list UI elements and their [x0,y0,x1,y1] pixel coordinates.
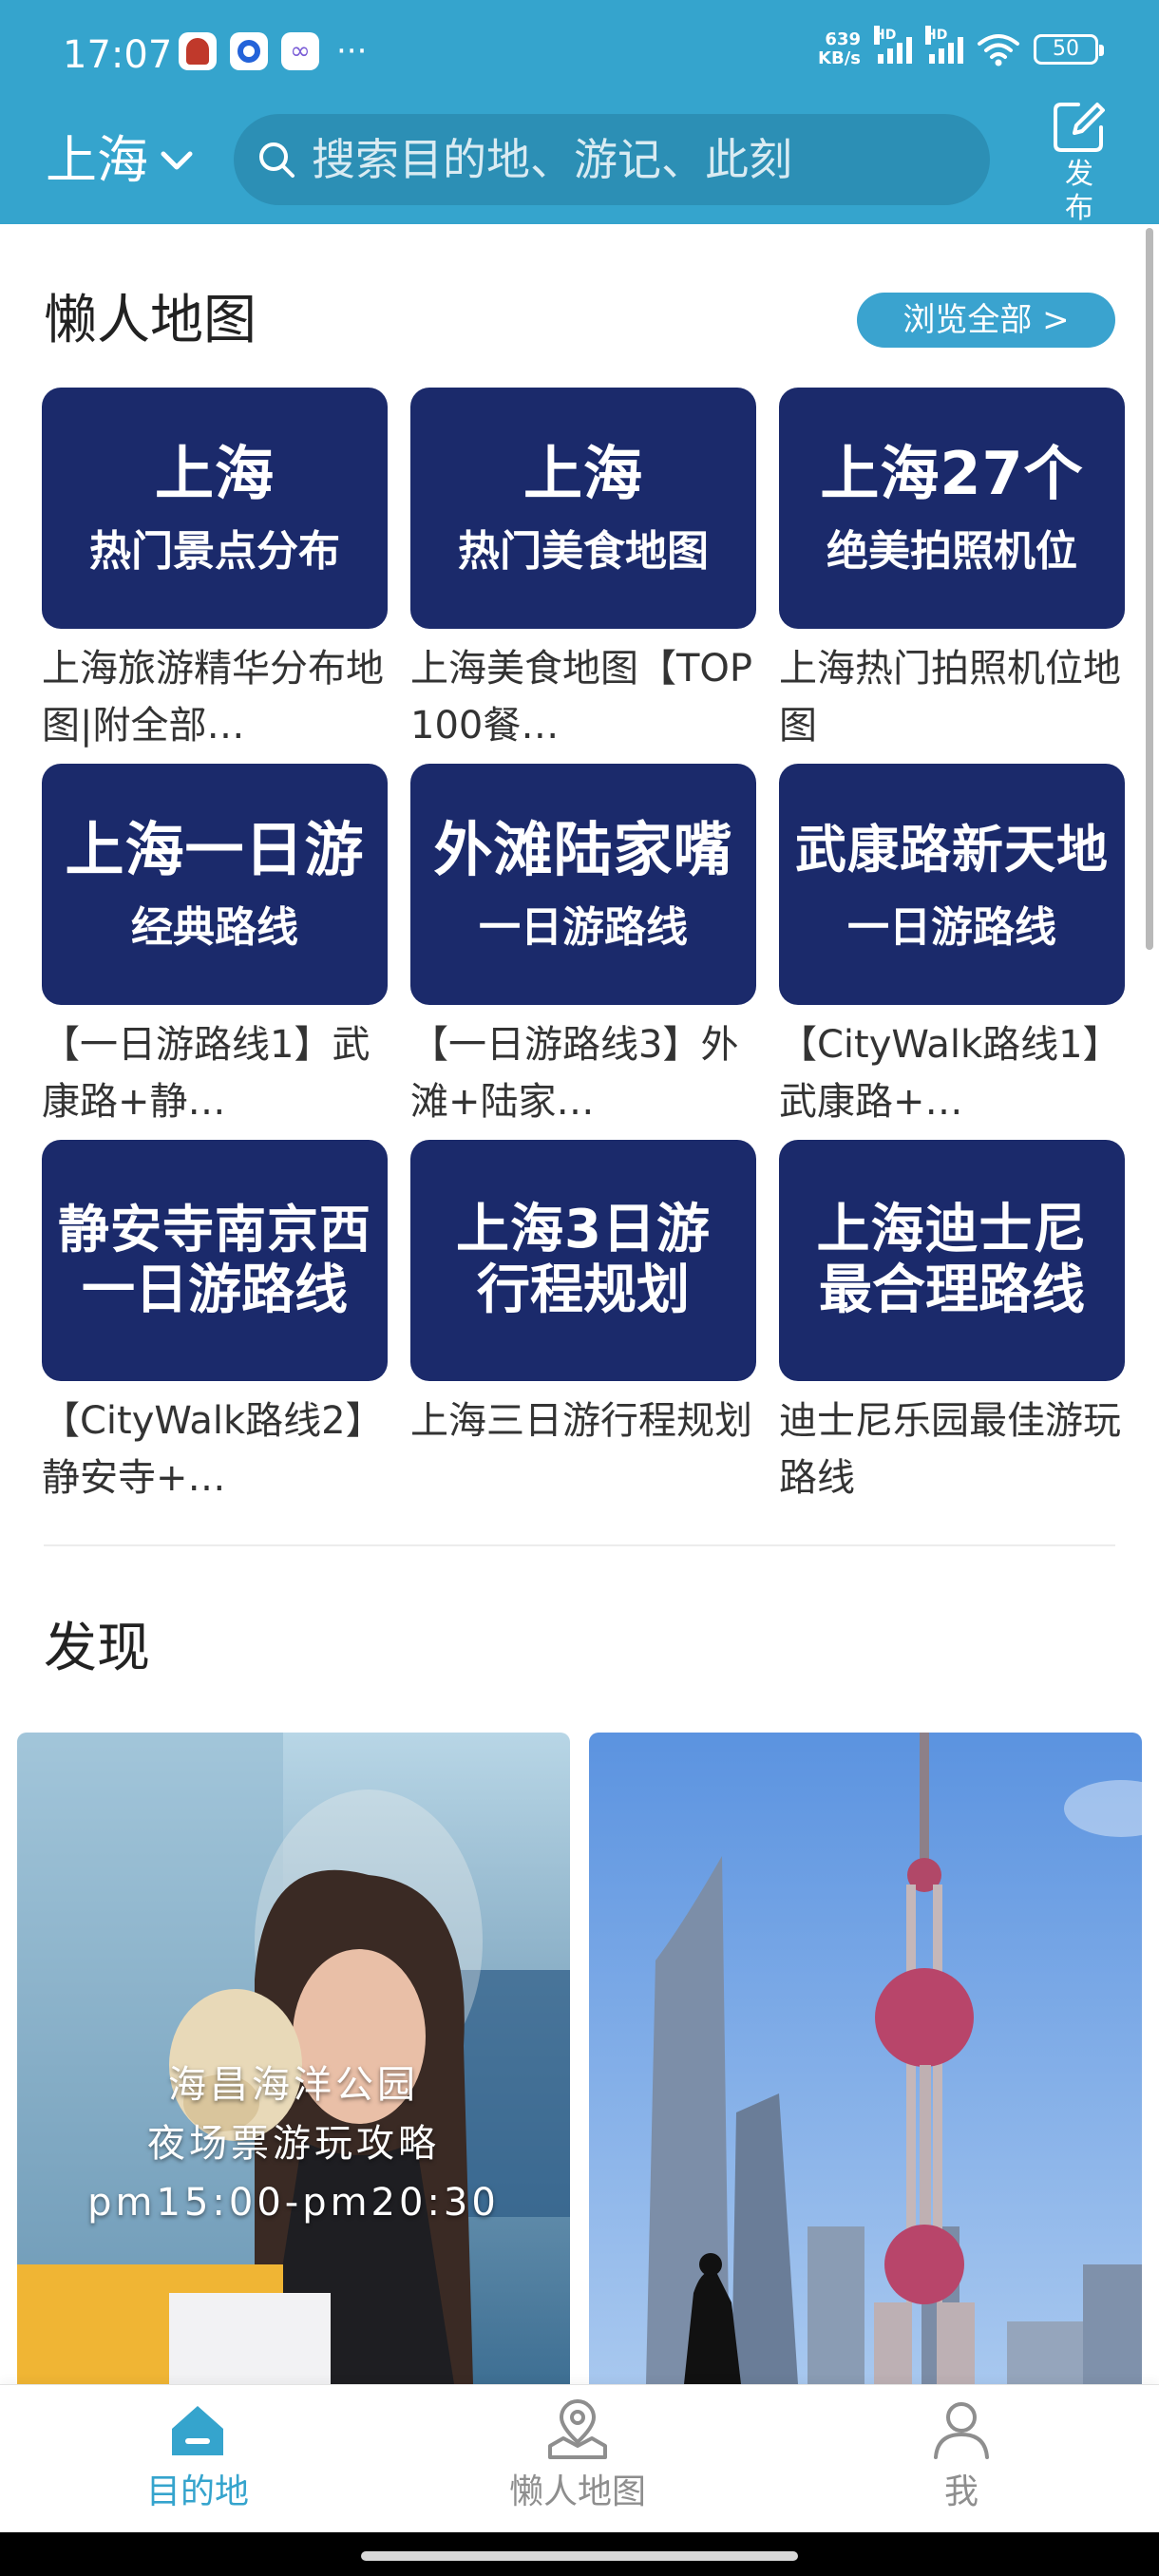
map-caption: 上海三日游行程规划 [410,1399,752,1443]
tab-destination[interactable]: 目的地 [84,2385,312,2533]
home-icon [172,2406,223,2455]
map-cover: 上海3日游 行程规划 [410,1140,756,1381]
scrollbar[interactable] [1146,228,1153,950]
section-title-lazy-maps: 懒人地图 [44,290,256,351]
discover-card[interactable]: 海昌海洋公园 夜场票游玩攻略 pm15:00-pm20:30 [17,1733,570,2384]
map-caption: 迪士尼乐园最佳游玩路线 [779,1399,1121,1500]
city-name: 上海 [46,130,148,190]
section-title-discover: 发现 [44,1618,150,1679]
tab-me[interactable]: 我 [847,2385,1075,2533]
lazy-map-card[interactable]: 上海 热门景点分布 上海旅游精华分布地图|附全部… [42,388,388,754]
notification-icons: ··· [179,32,367,70]
battery-icon: 50 [1034,34,1104,65]
city-selector[interactable]: 上海 [46,127,196,194]
home-gesture-bar[interactable] [361,2551,798,2561]
map-cover: 上海迪士尼 最合理路线 [779,1140,1125,1381]
lazy-map-card[interactable]: 上海一日游 经典路线 【一日游路线1】武康路+静… [42,764,388,1130]
status-time: 17:07 [63,33,173,77]
map-cover: 上海27个 绝美拍照机位 [779,388,1125,629]
lazy-map-card[interactable]: 上海迪士尼 最合理路线 迪士尼乐园最佳游玩路线 [779,1140,1125,1506]
search-icon [259,142,294,178]
map-cover: 静安寺南京西 一日游路线 [42,1140,388,1381]
lazy-map-card[interactable]: 外滩陆家嘴 一日游路线 【一日游路线3】外滩+陆家… [410,764,756,1130]
tab-lazy-map[interactable]: 懒人地图 [464,2385,692,2533]
browse-all-button[interactable]: 浏览全部 > [857,293,1115,348]
map-pin-icon [548,2399,607,2459]
map-caption: 上海旅游精华分布地图|附全部… [42,647,384,748]
map-caption: 【一日游路线1】武康路+静… [42,1023,370,1124]
publish-button[interactable]: 发布 [1045,93,1113,224]
map-caption: 上海热门拍照机位地图 [779,647,1121,748]
user-icon [934,2402,989,2459]
lazy-map-card[interactable]: 静安寺南京西 一日游路线 【CityWalk路线2】静安寺+… [42,1140,388,1506]
lazy-map-card[interactable]: 上海27个 绝美拍照机位 上海热门拍照机位地图 [779,388,1125,754]
lazy-map-card[interactable]: 上海 热门美食地图 上海美食地图【TOP100餐… [410,388,756,754]
lazy-map-card[interactable]: 上海3日游 行程规划 上海三日游行程规划 [410,1140,756,1506]
app-notification-icon [281,32,319,70]
signal-icon: HD [925,26,963,64]
map-cover: 外滩陆家嘴 一日游路线 [410,764,756,1005]
search-bar[interactable] [234,114,990,205]
status-indicators: 639 KB/s HD HD 50 [818,26,1104,68]
map-caption: 【CityWalk路线1】武康路+… [779,1023,1121,1124]
card-overlay-text: 海昌海洋公园 夜场票游玩攻略 pm15:00-pm20:30 [87,2063,500,2225]
map-caption: 【CityWalk路线2】静安寺+… [42,1399,384,1500]
map-cover: 上海一日游 经典路线 [42,764,388,1005]
wifi-icon [978,34,1019,66]
lazy-map-card[interactable]: 武康路新天地 一日游路线 【CityWalk路线1】武康路+… [779,764,1125,1130]
discover-card[interactable] [589,1733,1142,2384]
search-input[interactable] [310,121,990,199]
publish-label: 发布 [1065,158,1093,224]
app-notification-icon [179,32,217,70]
tab-label: 目的地 [145,2472,249,2511]
section-divider [44,1544,1115,1546]
skyline-photo [589,1733,1142,2384]
system-gesture-area [0,2532,1159,2576]
more-notifications-icon: ··· [336,32,368,70]
tab-label: 懒人地图 [508,2472,646,2511]
top-header: 17:07 ··· 639 KB/s HD HD 50 上海 [0,0,1159,224]
map-caption: 上海美食地图【TOP100餐… [410,647,753,748]
map-cover: 武康路新天地 一日游路线 [779,764,1125,1005]
edit-icon [1054,103,1105,152]
map-caption: 【一日游路线3】外滩+陆家… [410,1023,739,1124]
app-notification-icon [230,32,268,70]
bottom-navigation: 目的地 懒人地图 我 [0,2384,1159,2533]
network-speed: 639 KB/s [818,29,861,68]
chevron-down-icon [161,151,193,170]
signal-icon: HD [874,26,912,64]
map-cover: 上海 热门美食地图 [410,388,756,629]
map-cover: 上海 热门景点分布 [42,388,388,629]
tab-label: 我 [943,2472,978,2511]
